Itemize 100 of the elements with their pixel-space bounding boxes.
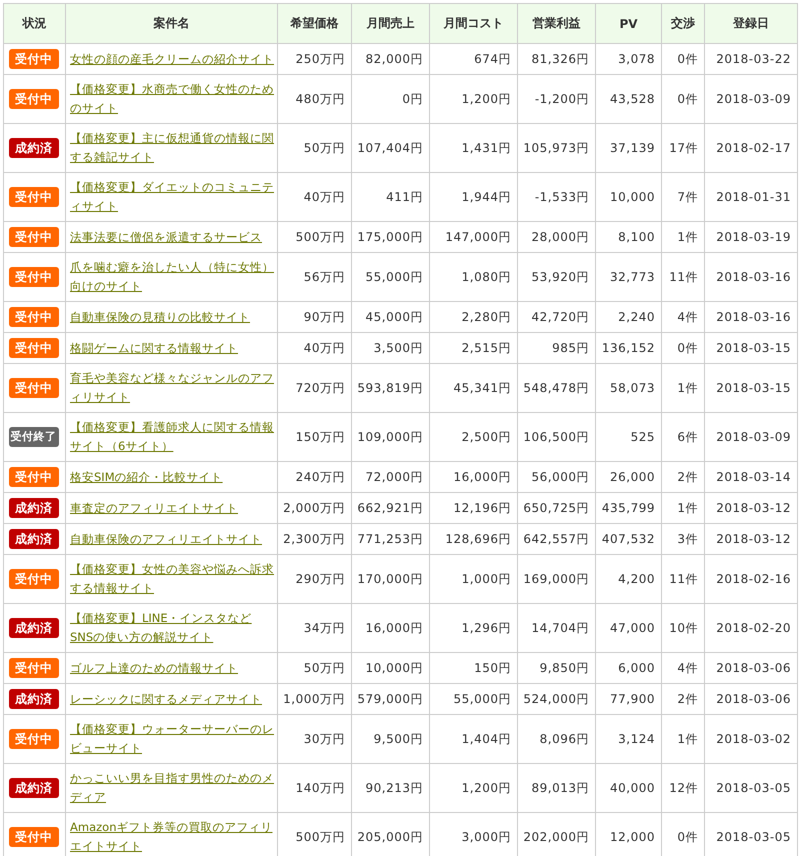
status-badge: 受付中 (8, 729, 58, 749)
profit-cell: 642,557円 (518, 524, 596, 554)
date-cell: 2018-03-12 (704, 492, 798, 524)
date-cell: 2018-02-20 (704, 604, 798, 652)
column-header: PV (596, 4, 662, 44)
cost-cell: 1,200円 (430, 74, 518, 124)
price-cell: 90万円 (278, 302, 352, 332)
offers-cell: 0件 (662, 332, 704, 364)
price-cell: 34万円 (278, 604, 352, 652)
offers-cell: 4件 (662, 302, 704, 332)
cost-cell: 1,200円 (430, 764, 518, 812)
sales-cell: 72,000円 (352, 462, 430, 492)
cost-cell: 674円 (430, 44, 518, 74)
cost-cell: 55,000円 (430, 684, 518, 714)
status-badge: 受付中 (8, 307, 58, 327)
status-badge: 受付中 (8, 658, 58, 678)
status-badge: 成約済 (8, 138, 58, 158)
price-cell: 40万円 (278, 172, 352, 222)
status-badge: 受付中 (8, 338, 58, 358)
profit-cell: 106,500円 (518, 412, 596, 462)
sales-cell: 3,500円 (352, 332, 430, 364)
date-cell: 2018-03-05 (704, 764, 798, 812)
profit-cell: 650,725円 (518, 492, 596, 524)
cost-cell: 2,280円 (430, 302, 518, 332)
sales-cell: 90,213円 (352, 764, 430, 812)
profit-cell: 56,000円 (518, 462, 596, 492)
offers-cell: 0件 (662, 74, 704, 124)
status-badge: 受付中 (8, 569, 58, 589)
pv-cell: 10,000 (596, 172, 662, 222)
sales-cell: 55,000円 (352, 252, 430, 302)
price-cell: 56万円 (278, 252, 352, 302)
status-badge: 受付中 (8, 187, 58, 207)
cost-cell: 1,944円 (430, 172, 518, 222)
date-cell: 2018-03-22 (704, 44, 798, 74)
profit-cell: 28,000円 (518, 222, 596, 252)
pv-cell: 40,000 (596, 764, 662, 812)
date-cell: 2018-02-17 (704, 124, 798, 172)
date-cell: 2018-03-15 (704, 364, 798, 412)
offers-cell: 3件 (662, 524, 704, 554)
sales-cell: 16,000円 (352, 604, 430, 652)
cost-cell: 1,000円 (430, 554, 518, 604)
sales-cell: 45,000円 (352, 302, 430, 332)
offers-cell: 2件 (662, 462, 704, 492)
pv-cell: 32,773 (596, 252, 662, 302)
pv-cell: 6,000 (596, 652, 662, 684)
profit-cell: 89,013円 (518, 764, 596, 812)
date-cell: 2018-03-06 (704, 652, 798, 684)
profit-cell: 9,850円 (518, 652, 596, 684)
pv-cell: 4,200 (596, 554, 662, 604)
sales-cell: 771,253円 (352, 524, 430, 554)
offers-cell: 1件 (662, 222, 704, 252)
status-badge: 受付中 (8, 49, 58, 69)
pv-cell: 43,528 (596, 74, 662, 124)
profit-cell: 105,973円 (518, 124, 596, 172)
offers-cell: 7件 (662, 172, 704, 222)
profit-cell: 14,704円 (518, 604, 596, 652)
status-badge: 受付中 (8, 227, 58, 247)
offers-cell: 1件 (662, 714, 704, 764)
cost-cell: 16,000円 (430, 462, 518, 492)
date-cell: 2018-03-14 (704, 462, 798, 492)
pv-cell: 8,100 (596, 222, 662, 252)
sales-cell: 579,000円 (352, 684, 430, 714)
price-cell: 30万円 (278, 714, 352, 764)
column-header: 登録日 (704, 4, 798, 44)
profit-cell: 42,720円 (518, 302, 596, 332)
column-header: 案件名 (66, 4, 278, 44)
status-badge: 受付中 (8, 267, 58, 287)
sales-cell: 593,819円 (352, 364, 430, 412)
sales-cell: 0円 (352, 74, 430, 124)
sales-cell: 170,000円 (352, 554, 430, 604)
status-badge: 受付中 (8, 827, 58, 847)
cost-cell: 1,080円 (430, 252, 518, 302)
offers-cell: 4件 (662, 652, 704, 684)
pv-cell: 37,139 (596, 124, 662, 172)
offers-cell: 0件 (662, 44, 704, 74)
sales-cell: 82,000円 (352, 44, 430, 74)
cost-cell: 1,431円 (430, 124, 518, 172)
pv-cell: 407,532 (596, 524, 662, 554)
price-cell: 290万円 (278, 554, 352, 604)
pv-cell: 47,000 (596, 604, 662, 652)
price-cell: 500万円 (278, 222, 352, 252)
pv-cell: 435,799 (596, 492, 662, 524)
profit-cell: 548,478円 (518, 364, 596, 412)
price-cell: 240万円 (278, 462, 352, 492)
column-header: 状況 (4, 4, 66, 44)
sales-cell: 107,404円 (352, 124, 430, 172)
price-cell: 720万円 (278, 364, 352, 412)
date-cell: 2018-03-02 (704, 714, 798, 764)
status-badge: 受付中 (8, 378, 58, 398)
pv-cell: 77,900 (596, 684, 662, 714)
status-badge: 受付中 (8, 467, 58, 487)
pv-cell: 525 (596, 412, 662, 462)
status-badge: 成約済 (8, 689, 58, 709)
cost-cell: 147,000円 (430, 222, 518, 252)
sales-cell: 109,000円 (352, 412, 430, 462)
date-cell: 2018-03-19 (704, 222, 798, 252)
column-header: 月間コスト (430, 4, 518, 44)
column-header: 交渉 (662, 4, 704, 44)
profit-cell: -1,200円 (518, 74, 596, 124)
pv-cell: 2,240 (596, 302, 662, 332)
